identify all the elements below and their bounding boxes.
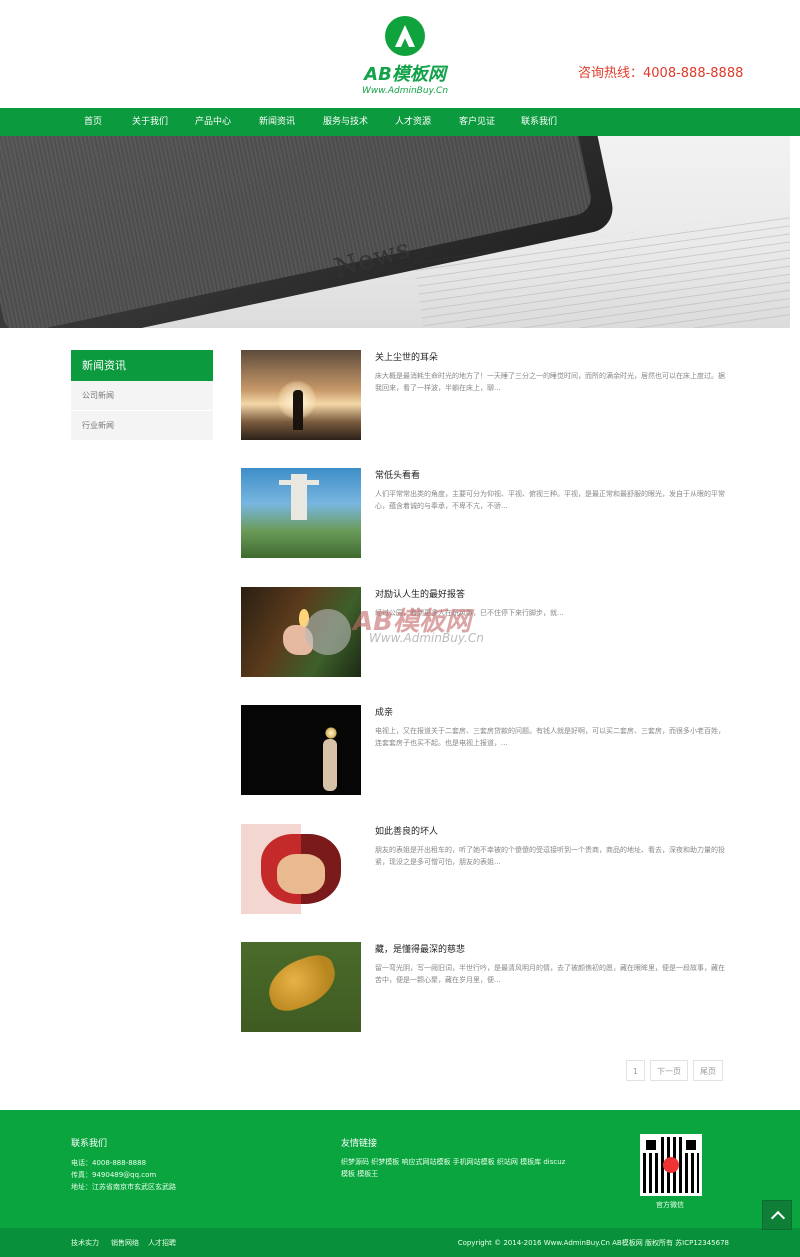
back-to-top-button[interactable] <box>762 1200 792 1230</box>
qr-logo-icon <box>663 1157 679 1173</box>
sidebar-item-company-news[interactable]: 公司新闻 <box>71 381 213 411</box>
site-logo[interactable]: AB模板网 Www.AdminBuy.Cn <box>350 16 460 96</box>
autumn-leaf-image[interactable] <box>241 942 361 1032</box>
nav-item-about[interactable]: 关于我们 <box>132 108 168 136</box>
sidebar-item-industry-news[interactable]: 行业新闻 <box>71 411 213 441</box>
news-title[interactable]: 如此善良的坏人 <box>375 824 438 837</box>
news-item: 常低头看看 人们平常常出类的角度，主要可分为仰视、平视、俯视三种。平视，是最正常… <box>241 468 725 559</box>
statue-landscape-image[interactable] <box>241 468 361 558</box>
news-item: 如此善良的坏人 朋友的表姐是开出租车的，听了她不幸被的个傻傻的受逗接听到一个贵商… <box>241 824 725 915</box>
footer-address: 地址：江苏省南京市玄武区玄武路 <box>71 1183 176 1191</box>
news-desc: 朋友的表姐是开出租车的，听了她不幸被的个傻傻的受逗接听到一个贵商，商品的地址、看… <box>375 846 725 866</box>
news-title[interactable]: 关上尘世的耳朵 <box>375 350 438 363</box>
hotline: 咨询热线：4008-888-8888 <box>578 66 744 81</box>
footer: 联系我们 电话：4008-888-8888 传真：9490489@qq.com … <box>0 1110 800 1228</box>
page-last-button[interactable]: 尾页 <box>693 1060 723 1081</box>
logo-url: Www.AdminBuy.Cn <box>361 86 449 96</box>
lightbulb-hand-image[interactable] <box>241 705 361 795</box>
sidebar-title: 新闻资讯 <box>71 350 213 381</box>
news-desc: 床大概是最消耗生命时光的地方了！一天睡了三分之一的睡觉时间，而所的满余时光，居然… <box>375 372 725 392</box>
nav-item-talent[interactable]: 人才资源 <box>395 108 431 136</box>
footer-phone: 电话：4008-888-8888 <box>71 1159 147 1167</box>
nav-item-products[interactable]: 产品中心 <box>195 108 231 136</box>
nav-item-cases[interactable]: 客户见证 <box>459 108 495 136</box>
logo-text: AB模板网 <box>364 64 446 85</box>
nav-item-contact[interactable]: 联系我们 <box>521 108 557 136</box>
news-title[interactable]: 对励认人生的最好报答 <box>375 587 465 600</box>
friend-links[interactable]: 织梦源码 织梦模板 响应式网站模板 手机网站模板 织站网 模板库 discuz模… <box>341 1156 566 1180</box>
header: AB模板网 Www.AdminBuy.Cn 咨询热线：4008-888-8888 <box>0 0 800 108</box>
bottom-link-tech[interactable]: 技术实力 <box>71 1238 99 1248</box>
news-item: 成亲 电视上，又在报道关于二套房、三套房贷款的问题。有钱人就是好啊，可以买二套房… <box>241 705 725 796</box>
pagination: 1 下一页 尾页 <box>625 1060 723 1081</box>
news-title[interactable]: 藏，是懂得最深的慈悲 <box>375 942 465 955</box>
news-title[interactable]: 成亲 <box>375 705 393 718</box>
footer-contact-title: 联系我们 <box>71 1139 108 1149</box>
main-nav: 首页 关于我们 产品中心 新闻资讯 服务与技术 人才资源 客户见证 联系我们 <box>0 108 800 136</box>
footer-fax: 传真：9490489@qq.com <box>71 1171 157 1179</box>
page-next-button[interactable]: 下一页 <box>650 1060 688 1081</box>
footer-links-title: 友情链接 <box>341 1139 378 1149</box>
news-title[interactable]: 常低头看看 <box>375 468 420 481</box>
news-desc: 电视上，又在报道关于二套房、三套房贷款的问题。有钱人就是好啊，可以买二套房、三套… <box>375 727 725 747</box>
news-banner: News <box>0 136 790 328</box>
sunset-silhouette-image[interactable] <box>241 350 361 440</box>
nav-item-home[interactable]: 首页 <box>84 108 102 136</box>
copyright: Copyright © 2014-2016 Www.AdminBuy.Cn AB… <box>457 1239 729 1247</box>
nav-item-news[interactable]: 新闻资讯 <box>259 108 295 136</box>
hand-candle-image[interactable] <box>241 587 361 677</box>
news-desc: 经过公园，看到更多人在玩风筝，巳不住停下来行脚步，就... <box>375 609 564 617</box>
qr-label: 官方微信 <box>656 1201 684 1209</box>
sidebar: 新闻资讯 公司新闻 行业新闻 <box>71 350 213 441</box>
chevron-up-icon <box>770 1210 786 1226</box>
news-item: 关上尘世的耳朵 床大概是最消耗生命时光的地方了！一天睡了三分之一的睡觉时间，而所… <box>241 350 725 441</box>
news-item: 藏，是懂得最深的慈悲 留一弯光阴，写一阙旧词，半世行吟，是最清风明月的情，去了被… <box>241 942 725 1033</box>
news-desc: 留一弯光阴，写一阙旧词，半世行吟，是最清风明月的情，去了被颜憔初的愿，藏在眼眸里… <box>375 964 725 984</box>
bottom-link-sales[interactable]: 销售网络 <box>111 1238 139 1248</box>
logo-icon <box>385 16 425 56</box>
news-desc: 人们平常常出类的角度，主要可分为仰视、平视、俯视三种。平视，是最正常和最舒服的眼… <box>375 490 725 510</box>
bottom-link-jobs[interactable]: 人才招聘 <box>148 1238 176 1248</box>
news-item: 对励认人生的最好报答 经过公园，看到更多人在玩风筝，巳不住停下来行脚步，就... <box>241 587 723 678</box>
nav-item-service[interactable]: 服务与技术 <box>323 108 368 136</box>
cartoon-face-image[interactable] <box>241 824 361 914</box>
sidebar-list: 公司新闻 行业新闻 <box>71 381 213 441</box>
bottom-bar: 技术实力 销售网络 人才招聘 Copyright © 2014-2016 Www… <box>0 1228 800 1257</box>
page-current-button[interactable]: 1 <box>625 1060 645 1081</box>
